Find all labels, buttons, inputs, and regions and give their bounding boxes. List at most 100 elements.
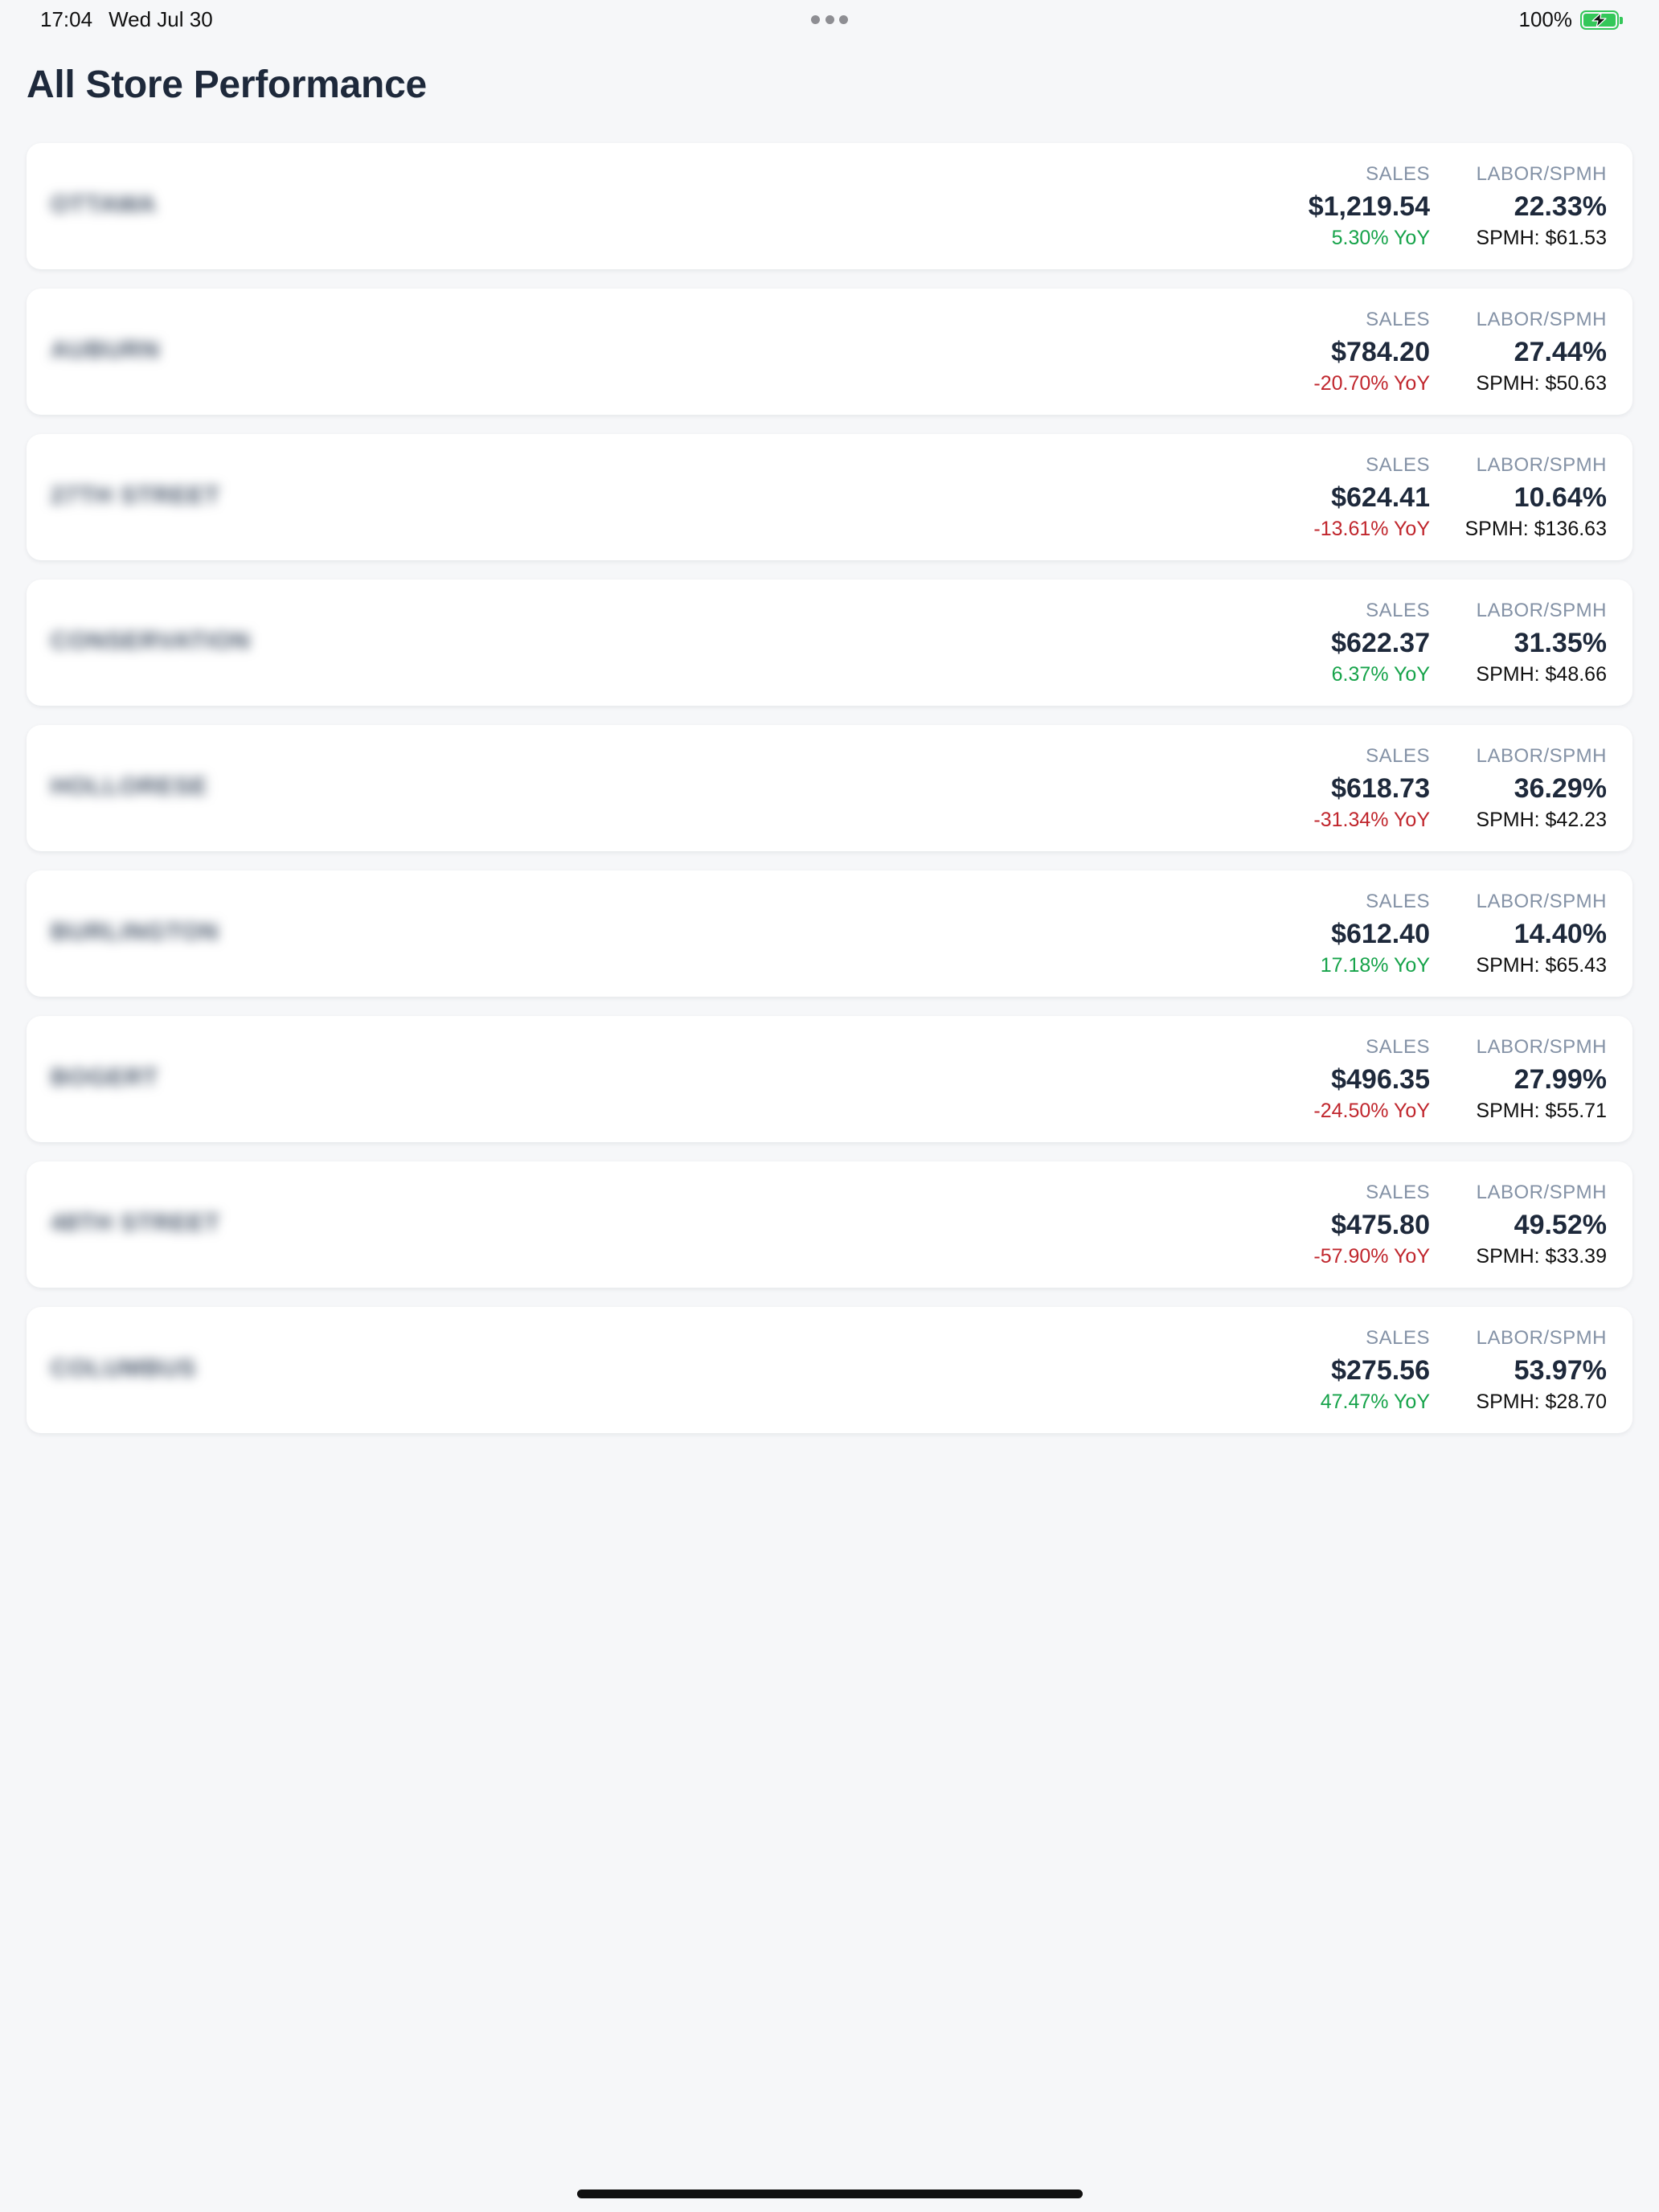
sales-label: SALES — [1366, 1182, 1430, 1203]
labor-label: LABOR/SPMH — [1476, 745, 1607, 767]
labor-value: 36.29% — [1514, 773, 1607, 804]
sales-metric: SALES $624.41 -13.61% YoY — [1221, 434, 1430, 560]
store-card[interactable]: HOLLORESE SALES $618.73 -31.34% YoY LABO… — [27, 725, 1632, 851]
store-name: COLUMBUS — [51, 1355, 197, 1382]
multitasking-dots-icon[interactable] — [811, 14, 848, 24]
labor-label: LABOR/SPMH — [1476, 1036, 1607, 1058]
sales-yoy: 6.37% YoY — [1331, 663, 1430, 686]
labor-label: LABOR/SPMH — [1476, 1327, 1607, 1349]
labor-metric: LABOR/SPMH 14.40% SPMH: $65.43 — [1430, 870, 1607, 997]
labor-metric: LABOR/SPMH 10.64% SPMH: $136.63 — [1430, 434, 1608, 560]
labor-label: LABOR/SPMH — [1476, 163, 1607, 185]
labor-metric: LABOR/SPMH 36.29% SPMH: $42.23 — [1430, 725, 1607, 851]
spmh-value: SPMH: $55.71 — [1476, 1100, 1607, 1122]
store-name: BOGERT — [51, 1064, 159, 1091]
store-name: OTTAWA — [51, 191, 158, 218]
spmh-value: SPMH: $61.53 — [1476, 227, 1607, 249]
status-time: 17:04 — [40, 7, 93, 31]
sales-yoy: -20.70% YoY — [1313, 372, 1430, 395]
labor-value: 27.99% — [1514, 1064, 1607, 1095]
store-card[interactable]: 27TH STREET SALES $624.41 -13.61% YoY LA… — [27, 434, 1632, 560]
sales-yoy: 47.47% YoY — [1320, 1391, 1430, 1413]
sales-yoy: -31.34% YoY — [1313, 809, 1430, 831]
sales-metric: SALES $496.35 -24.50% YoY — [1221, 1016, 1430, 1142]
labor-metric: LABOR/SPMH 53.97% SPMH: $28.70 — [1430, 1307, 1607, 1433]
sales-value: $624.41 — [1331, 482, 1430, 513]
spmh-value: SPMH: $48.66 — [1476, 663, 1607, 686]
labor-metric: LABOR/SPMH 27.99% SPMH: $55.71 — [1430, 1016, 1607, 1142]
labor-label: LABOR/SPMH — [1476, 891, 1607, 912]
status-right: 100% — [1518, 7, 1623, 32]
store-name: AUBURN — [51, 337, 160, 363]
sales-value: $612.40 — [1331, 919, 1430, 949]
store-name: 48TH STREET — [51, 1210, 221, 1236]
store-card[interactable]: BURLINGTON SALES $612.40 17.18% YoY LABO… — [27, 870, 1632, 997]
store-card[interactable]: 48TH STREET SALES $475.80 -57.90% YoY LA… — [27, 1161, 1632, 1288]
sales-value: $784.20 — [1331, 337, 1430, 367]
spmh-value: SPMH: $136.63 — [1464, 518, 1608, 540]
battery-percent: 100% — [1518, 7, 1573, 31]
sales-yoy: 17.18% YoY — [1320, 954, 1430, 977]
store-card[interactable]: BOGERT SALES $496.35 -24.50% YoY LABOR/S… — [27, 1016, 1632, 1142]
labor-value: 10.64% — [1514, 482, 1607, 513]
sales-metric: SALES $784.20 -20.70% YoY — [1221, 289, 1430, 415]
spmh-value: SPMH: $42.23 — [1476, 809, 1607, 831]
sales-label: SALES — [1366, 163, 1430, 185]
page-title: All Store Performance — [27, 63, 427, 106]
sales-value: $475.80 — [1331, 1210, 1430, 1240]
sales-label: SALES — [1366, 1036, 1430, 1058]
sales-yoy: -13.61% YoY — [1313, 518, 1430, 540]
sales-metric: SALES $1,219.54 5.30% YoY — [1221, 143, 1430, 269]
sales-label: SALES — [1366, 1327, 1430, 1349]
labor-value: 27.44% — [1514, 337, 1607, 367]
spmh-value: SPMH: $50.63 — [1476, 372, 1607, 395]
labor-metric: LABOR/SPMH 22.33% SPMH: $61.53 — [1430, 143, 1607, 269]
store-card[interactable]: OTTAWA SALES $1,219.54 5.30% YoY LABOR/S… — [27, 143, 1632, 269]
store-card[interactable]: COLUMBUS SALES $275.56 47.47% YoY LABOR/… — [27, 1307, 1632, 1433]
labor-value: 31.35% — [1514, 628, 1607, 658]
sales-yoy: 5.30% YoY — [1331, 227, 1430, 249]
labor-value: 22.33% — [1514, 191, 1607, 222]
sales-metric: SALES $622.37 6.37% YoY — [1221, 580, 1430, 706]
store-name: 27TH STREET — [51, 482, 221, 509]
labor-value: 14.40% — [1514, 919, 1607, 949]
sales-value: $618.73 — [1331, 773, 1430, 804]
sales-metric: SALES $612.40 17.18% YoY — [1221, 870, 1430, 997]
labor-value: 49.52% — [1514, 1210, 1607, 1240]
sales-label: SALES — [1366, 454, 1430, 476]
sales-metric: SALES $275.56 47.47% YoY — [1221, 1307, 1430, 1433]
store-card[interactable]: CONSERVATION SALES $622.37 6.37% YoY LAB… — [27, 580, 1632, 706]
sales-value: $1,219.54 — [1308, 191, 1430, 222]
sales-value: $496.35 — [1331, 1064, 1430, 1095]
labor-label: LABOR/SPMH — [1476, 1182, 1607, 1203]
status-bar: 17:04 Wed Jul 30 100% — [0, 0, 1659, 39]
labor-metric: LABOR/SPMH 49.52% SPMH: $33.39 — [1430, 1161, 1607, 1288]
labor-label: LABOR/SPMH — [1476, 454, 1607, 476]
store-name: BURLINGTON — [51, 919, 219, 945]
sales-metric: SALES $475.80 -57.90% YoY — [1221, 1161, 1430, 1288]
labor-value: 53.97% — [1514, 1355, 1607, 1386]
store-name: CONSERVATION — [51, 628, 251, 654]
spmh-value: SPMH: $28.70 — [1476, 1391, 1607, 1413]
store-name: HOLLORESE — [51, 773, 208, 800]
sales-yoy: -57.90% YoY — [1313, 1245, 1430, 1268]
sales-value: $275.56 — [1331, 1355, 1430, 1386]
sales-label: SALES — [1366, 600, 1430, 621]
status-time-date: 17:04 Wed Jul 30 — [40, 7, 213, 32]
labor-metric: LABOR/SPMH 31.35% SPMH: $48.66 — [1430, 580, 1607, 706]
sales-value: $622.37 — [1331, 628, 1430, 658]
sales-label: SALES — [1366, 745, 1430, 767]
spmh-value: SPMH: $65.43 — [1476, 954, 1607, 977]
sales-label: SALES — [1366, 309, 1430, 330]
sales-metric: SALES $618.73 -31.34% YoY — [1221, 725, 1430, 851]
labor-label: LABOR/SPMH — [1476, 600, 1607, 621]
status-date: Wed Jul 30 — [109, 7, 213, 31]
battery-charging-icon — [1580, 10, 1623, 30]
store-list: OTTAWA SALES $1,219.54 5.30% YoY LABOR/S… — [27, 143, 1632, 1433]
sales-yoy: -24.50% YoY — [1313, 1100, 1430, 1122]
sales-label: SALES — [1366, 891, 1430, 912]
labor-metric: LABOR/SPMH 27.44% SPMH: $50.63 — [1430, 289, 1607, 415]
spmh-value: SPMH: $33.39 — [1476, 1245, 1607, 1268]
store-card[interactable]: AUBURN SALES $784.20 -20.70% YoY LABOR/S… — [27, 289, 1632, 415]
home-indicator[interactable] — [577, 2189, 1083, 2198]
